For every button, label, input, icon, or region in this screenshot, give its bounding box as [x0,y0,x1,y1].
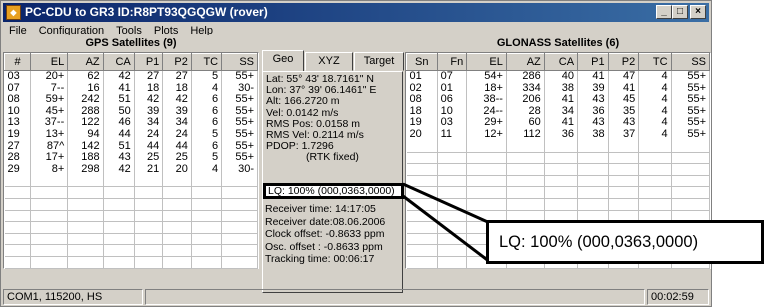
lq-callout: LQ: 100% (000,0363,0000) [486,220,764,264]
